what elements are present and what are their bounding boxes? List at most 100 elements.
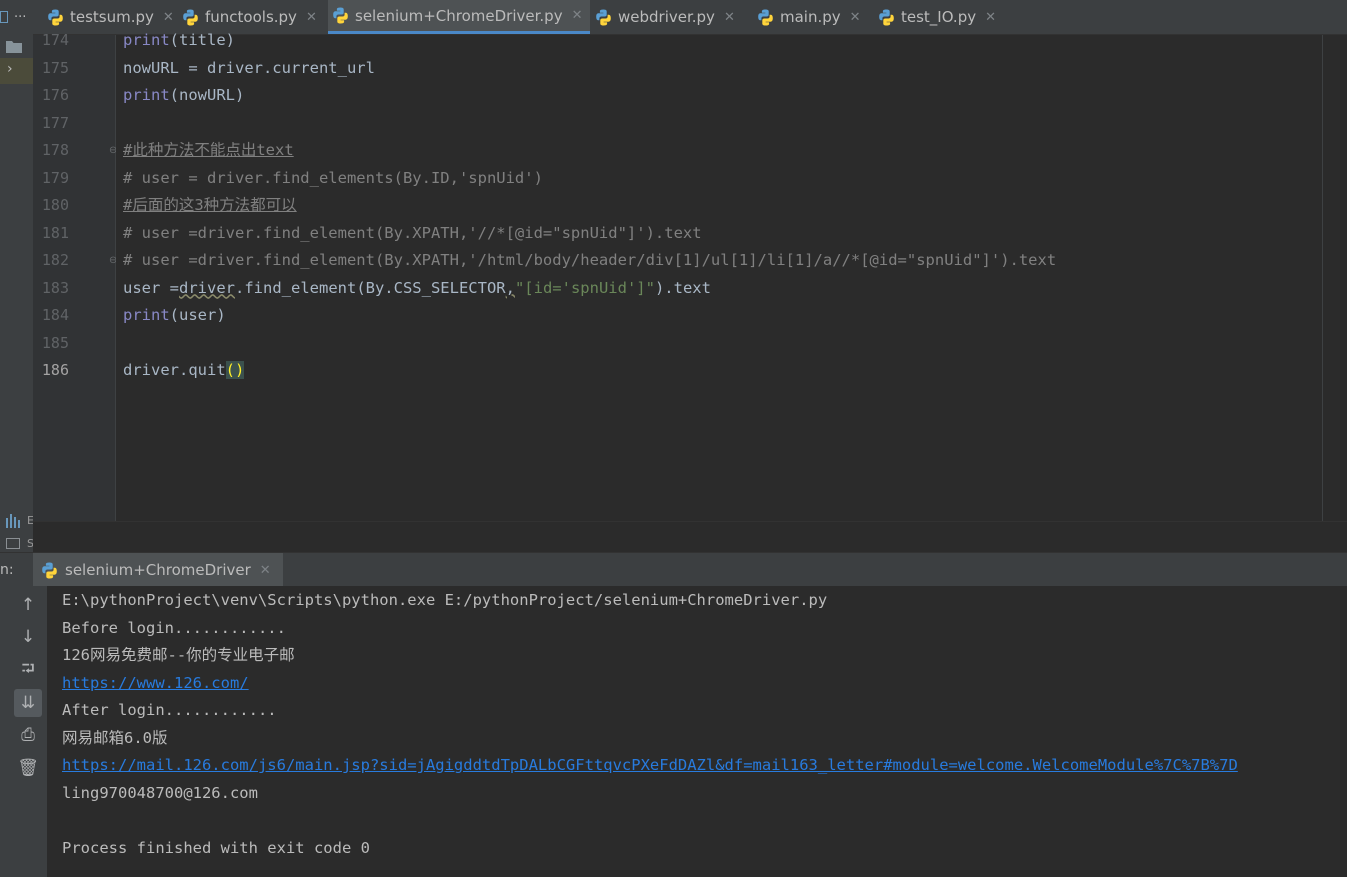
scroll-down-icon[interactable]: ↓ xyxy=(14,623,42,651)
trash-icon[interactable]: 🗑 xyxy=(14,754,42,782)
console-link[interactable]: https://mail.126.com/js6/main.jsp?sid=jA… xyxy=(62,752,1238,779)
console-line: 网易邮箱6.0版 xyxy=(62,728,168,747)
code-line[interactable]: #后面的这3种方法都可以 xyxy=(123,192,297,219)
line-number-gutter: 174 175 176 177 178 179 180 181 182 183 184 185 186 ⊖… xyxy=(33,31,117,521)
tab-main-py[interactable]: main.py ✕ xyxy=(753,0,871,34)
code-token: # user = driver.find_elements(By.ID,'spn… xyxy=(123,168,543,187)
line-number: 186 xyxy=(41,361,69,379)
python-icon xyxy=(42,562,57,578)
code-token: print xyxy=(123,86,170,104)
tab-test-io-py[interactable]: test_IO.py ✕ xyxy=(874,0,1004,34)
run-console[interactable]: E:\pythonProject\venv\Scripts\python.exe… xyxy=(47,586,1347,877)
close-icon[interactable]: ✕ xyxy=(260,563,271,578)
tab-label: selenium+ChromeDriver.py xyxy=(355,6,563,25)
line-number: 180 xyxy=(41,196,69,214)
close-icon[interactable]: ✕ xyxy=(572,8,583,23)
code-token: () xyxy=(225,361,245,379)
code-editor[interactable]: print(title) nowURL = driver.current_url p… xyxy=(116,31,1347,521)
run-label: n: xyxy=(0,562,14,578)
code-token: (user) xyxy=(169,306,226,324)
code-token: .find_element(By.CSS_SELECTOR xyxy=(235,278,506,297)
console-line: After login............ xyxy=(62,701,277,719)
line-number: 183 xyxy=(41,278,69,297)
code-line[interactable]: user =driver.find_element(By.CSS_SELECTO… xyxy=(123,275,711,302)
line-number: 179 xyxy=(41,168,69,187)
code-line[interactable]: # user = driver.find_elements(By.ID,'spn… xyxy=(123,165,543,192)
console-link[interactable]: https://www.126.com/ xyxy=(62,670,249,697)
code-token: # user =driver.find_element(By.XPATH,'/h… xyxy=(123,251,1057,269)
tab-label: functools.py xyxy=(205,8,297,26)
run-toolbar: ↑ ↓ ⮒ ⇊ ⎙ 🗑 xyxy=(0,586,47,877)
expand-row[interactable]: › xyxy=(0,58,33,84)
tab-label: testsum.py xyxy=(70,8,154,26)
left-tool-strip: ... › E S xyxy=(0,0,34,552)
line-number: 177 xyxy=(41,113,69,132)
close-icon[interactable]: ✕ xyxy=(163,10,174,25)
line-number: 185 xyxy=(41,333,69,352)
run-panel-header: n: selenium+ChromeDriver ✕ xyxy=(0,552,1347,587)
scroll-up-icon[interactable]: ↑ xyxy=(14,591,42,619)
python-icon xyxy=(596,9,611,25)
code-token: "[id='spnUid']" xyxy=(514,278,655,297)
code-token: , xyxy=(505,278,515,297)
project-label[interactable]: ... xyxy=(14,6,26,21)
code-token: ).text xyxy=(654,278,711,297)
code-line[interactable]: # user =driver.find_element(By.XPATH,'//… xyxy=(123,220,702,247)
code-line[interactable]: nowURL = driver.current_url xyxy=(123,55,375,82)
close-icon[interactable]: ✕ xyxy=(306,10,317,25)
code-token: nowURL = driver.current_url xyxy=(123,58,375,77)
code-token: driver.quit xyxy=(123,361,226,379)
python-icon xyxy=(48,9,63,25)
panel-splitter[interactable] xyxy=(33,521,1347,553)
console-line: ling970048700@126.com xyxy=(62,783,258,802)
folder-icon[interactable] xyxy=(6,40,22,53)
tab-webdriver-py[interactable]: webdriver.py ✕ xyxy=(591,0,750,34)
scroll-to-end-icon[interactable]: ⇊ xyxy=(14,689,42,717)
console-line: E:\pythonProject\venv\Scripts\python.exe… xyxy=(62,591,828,609)
editor-right-margin xyxy=(1322,35,1323,521)
tab-label: main.py xyxy=(780,8,841,26)
print-icon[interactable]: ⎙ xyxy=(14,721,42,749)
soft-wrap-icon[interactable]: ⮒ xyxy=(14,656,42,684)
line-number: 176 xyxy=(41,86,69,104)
code-line[interactable]: #此种方法不能点出text xyxy=(123,137,294,164)
console-line: 126网易免费邮--你的专业电子邮 xyxy=(62,646,295,664)
line-number: 178 xyxy=(41,141,69,159)
tab-selenium-chromedriver-py[interactable]: selenium+ChromeDriver.py ✕ xyxy=(328,0,590,34)
code-token: (title) xyxy=(169,31,235,49)
code-token: #此种方法不能点出text xyxy=(123,141,294,159)
code-line[interactable]: # user =driver.find_element(By.XPATH,'/h… xyxy=(123,247,1056,274)
code-token: # user =driver.find_element(By.XPATH,'//… xyxy=(123,223,702,242)
line-number: 181 xyxy=(41,223,69,242)
python-icon xyxy=(758,9,773,25)
code-token: user = xyxy=(123,278,179,297)
close-icon[interactable]: ✕ xyxy=(985,10,996,25)
tab-label: webdriver.py xyxy=(618,8,715,26)
tool-window-icon[interactable] xyxy=(6,538,20,549)
close-icon[interactable]: ✕ xyxy=(850,10,861,25)
structure-icon[interactable] xyxy=(6,514,24,528)
code-token: print xyxy=(123,31,170,49)
close-icon[interactable]: ✕ xyxy=(724,10,735,25)
code-token: (nowURL) xyxy=(169,86,245,104)
chevron-right-icon[interactable]: › xyxy=(7,61,13,77)
line-number: 184 xyxy=(41,306,69,324)
run-tab-label: selenium+ChromeDriver xyxy=(65,561,251,579)
python-icon xyxy=(183,9,198,25)
run-tab[interactable]: selenium+ChromeDriver ✕ xyxy=(33,553,283,587)
code-line[interactable]: driver.quit() xyxy=(123,357,245,384)
code-line[interactable]: print(title) xyxy=(123,27,235,54)
code-token: driver xyxy=(179,278,235,297)
code-line[interactable]: print(user) xyxy=(123,302,226,329)
code-token: #后面的这3种方法都可以 xyxy=(123,196,297,214)
code-token: print xyxy=(123,306,170,324)
line-number: 182 xyxy=(41,251,69,269)
python-icon xyxy=(879,9,894,25)
line-number: 175 xyxy=(41,58,69,77)
line-number: 174 xyxy=(41,31,69,49)
console-line: Process finished with exit code 0 xyxy=(62,838,370,857)
console-line: Before login............ xyxy=(62,618,286,637)
code-line[interactable]: print(nowURL) xyxy=(123,82,244,109)
python-icon xyxy=(333,7,348,24)
project-icon[interactable] xyxy=(0,11,8,23)
